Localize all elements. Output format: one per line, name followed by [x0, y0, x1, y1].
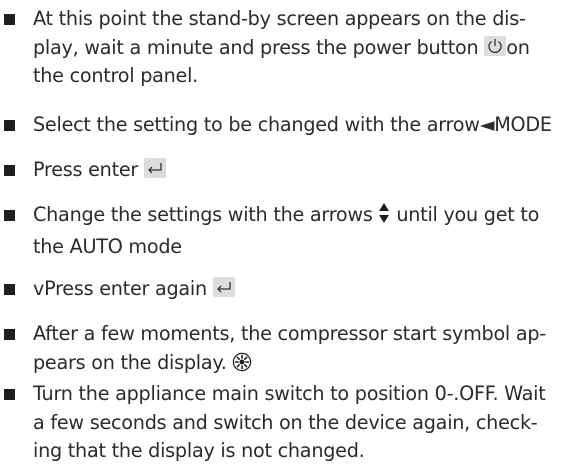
enter-icon: [143, 158, 166, 178]
step-text: After a few moments, the compressor star…: [33, 320, 579, 380]
step-text: Press enter: [33, 156, 579, 185]
bullet-marker: [4, 14, 15, 25]
bullet-marker: [4, 329, 15, 340]
list-item: Press enter: [0, 156, 583, 185]
power-icon: [484, 35, 507, 56]
list-item: vPress enter again: [0, 275, 583, 304]
bullet-marker: [4, 165, 15, 176]
step-text: Select the setting to be changed with th…: [33, 113, 552, 136]
bullet-marker: [4, 284, 15, 295]
step-text: vPress enter again: [33, 275, 579, 304]
up-down-arrows-icon: [378, 202, 390, 233]
list-item: After a few moments, the compressor star…: [0, 320, 583, 380]
bullet-marker: [4, 210, 15, 221]
step-text: Turn the appliance main switch to positi…: [33, 382, 546, 462]
enter-icon: [212, 277, 235, 297]
list-item: Select the setting to be changed with th…: [0, 111, 583, 140]
compressor-start-icon: [232, 352, 252, 381]
bullet-marker: [4, 120, 15, 131]
instruction-page: At this point the stand-by screen appear…: [0, 0, 583, 470]
list-item: At this point the stand-by screen appear…: [0, 5, 583, 91]
bullet-marker: [4, 389, 15, 400]
step-text: Change the settings with the arrows unti…: [33, 202, 540, 258]
step-text: At this point the stand-by screen appear…: [33, 7, 530, 87]
list-item: Change the settings with the arrows unti…: [0, 201, 583, 261]
list-item: Turn the appliance main switch to positi…: [0, 380, 583, 466]
